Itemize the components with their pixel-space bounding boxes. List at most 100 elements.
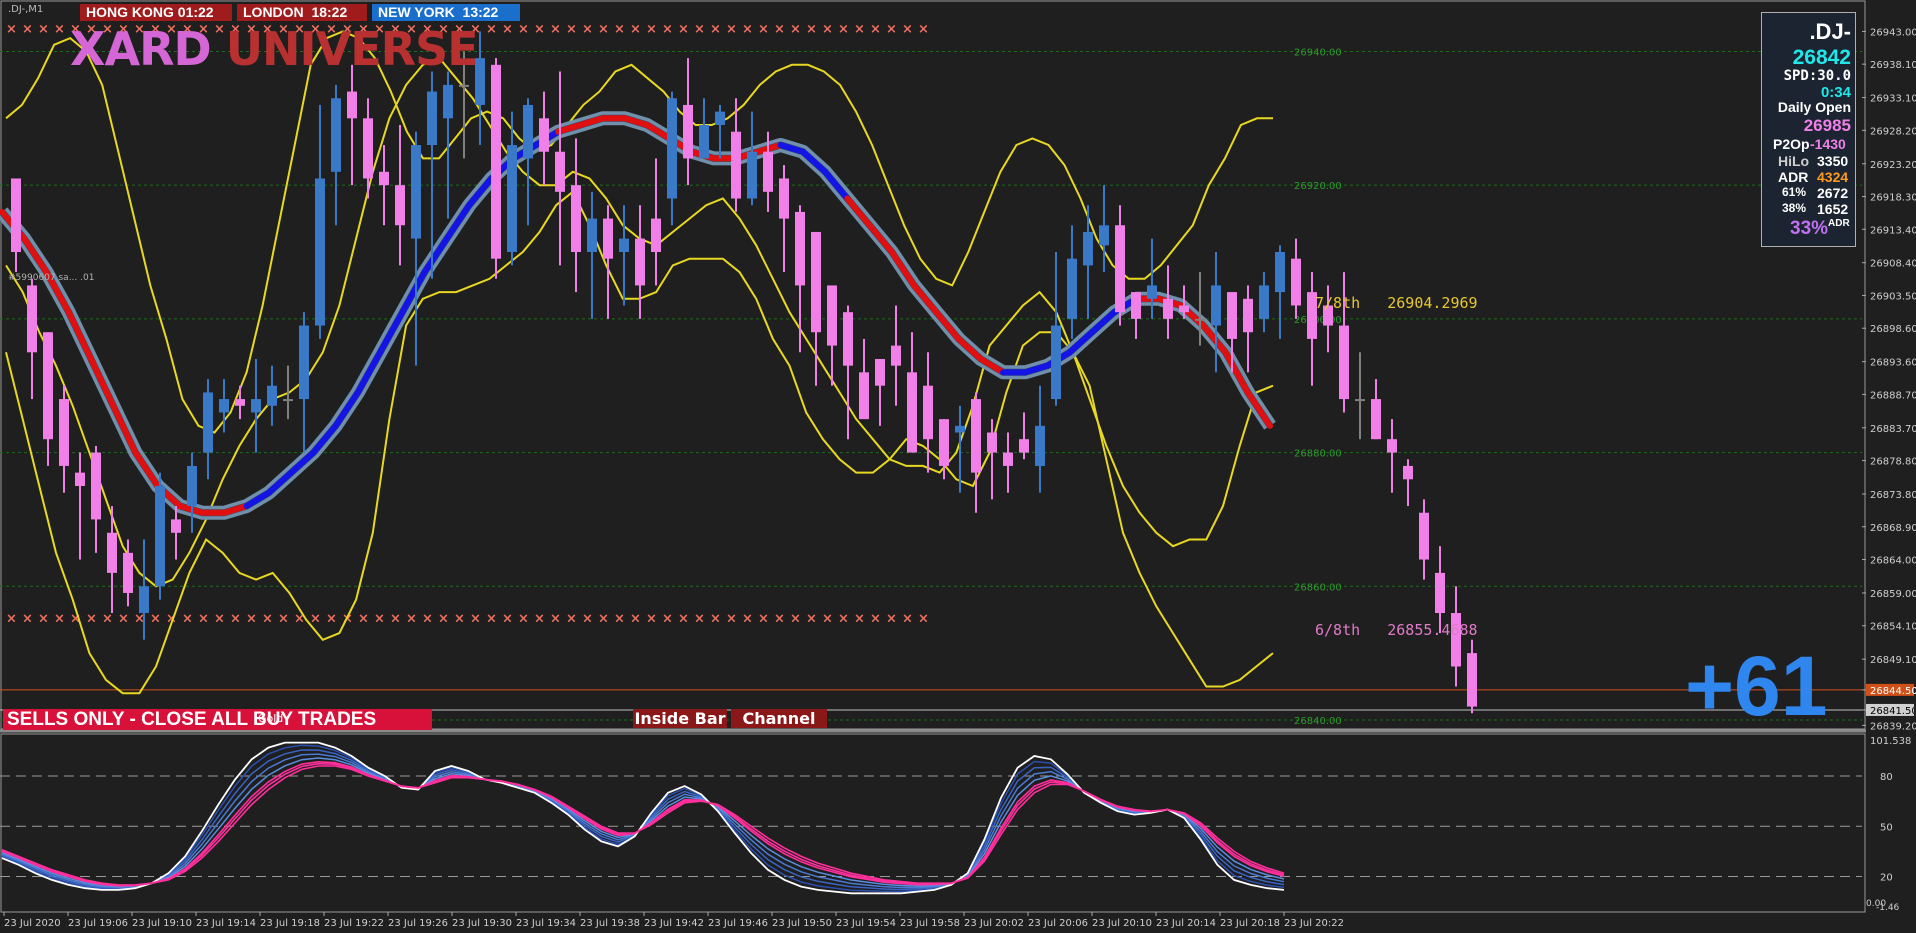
- x-marker: ×: [534, 612, 545, 627]
- x-marker: ×: [214, 612, 225, 627]
- candle-body: [699, 124, 709, 159]
- candle-body: [523, 104, 533, 159]
- candle-body: [11, 178, 21, 253]
- time-tick-label: 23 Jul 19:38: [580, 918, 640, 929]
- info-panel: .DJ- 26842 SPD:30.0 0:34 Daily Open 2698…: [1761, 12, 1856, 247]
- x-marker: ×: [678, 22, 689, 37]
- x-marker: ×: [22, 22, 33, 37]
- candle-body: [1355, 399, 1365, 402]
- x-marker: ×: [582, 22, 593, 37]
- price-tick-label: 26893.60: [1870, 358, 1916, 369]
- bid-price-tag: 26841.50: [1870, 706, 1916, 717]
- info-38: 1652: [1817, 201, 1849, 217]
- level-line-label: 26880.00: [1294, 449, 1342, 460]
- info-hilo: 3350: [1817, 153, 1849, 169]
- session-new-york: NEW YORK 13:22: [372, 4, 520, 21]
- x-marker: ×: [886, 22, 897, 37]
- time-tick-label: 23 Jul 20:06: [1028, 918, 1088, 929]
- info-spread: SPD:30.0: [1783, 68, 1851, 84]
- candle-body: [1179, 305, 1189, 313]
- candle-body: [763, 151, 773, 192]
- candle-body: [1227, 292, 1237, 339]
- x-marker: ×: [902, 612, 913, 627]
- time-tick-label: 23 Jul 20:18: [1220, 918, 1280, 929]
- x-marker: ×: [518, 22, 529, 37]
- chart-canvas: 26940.00 26920.00 26900.00 26880.00 26860.00…: [0, 0, 1916, 929]
- candle-body: [331, 98, 341, 172]
- price-tick-label: 26933.10: [1870, 94, 1916, 105]
- time-tick-label: 23 Jul 19:18: [260, 918, 320, 929]
- candle-body: [843, 312, 853, 366]
- osc-slow-line: [1, 757, 1285, 888]
- logo-word-1: XARD: [70, 22, 212, 76]
- x-marker: ×: [6, 612, 17, 627]
- level-line-label: 26860.00: [1294, 582, 1342, 593]
- candle-body: [1147, 285, 1157, 299]
- candle-body: [235, 399, 245, 406]
- price-tick-label: 26839.20: [1870, 721, 1916, 732]
- level-line-label: 26900.00: [1294, 315, 1342, 326]
- price-tick-label: 26928.20: [1870, 126, 1916, 137]
- x-marker: ×: [438, 612, 449, 627]
- x-marker: ×: [198, 612, 209, 627]
- candle-body: [923, 385, 933, 440]
- candle-body: [459, 84, 469, 87]
- candle-body: [347, 91, 357, 119]
- candle-body: [1051, 325, 1061, 400]
- x-marker: ×: [358, 612, 369, 627]
- candle-body: [43, 332, 53, 440]
- x-marker: ×: [502, 22, 513, 37]
- candle-body: [251, 399, 261, 413]
- candle-body: [667, 98, 677, 199]
- x-marker: ×: [870, 22, 881, 37]
- time-tick-label: 23 Jul 20:22: [1284, 918, 1344, 929]
- last-price-tag: 26844.50: [1870, 686, 1916, 697]
- x-marker: ×: [694, 612, 705, 627]
- candle-body: [283, 399, 293, 402]
- candle-body: [747, 151, 757, 199]
- time-tick-label: 23 Jul 19:22: [324, 918, 384, 929]
- osc-level-label: 80: [1880, 772, 1893, 783]
- candle-body: [635, 238, 645, 286]
- candle-body: [267, 385, 277, 406]
- x-marker: ×: [918, 22, 929, 37]
- x-marker: ×: [278, 612, 289, 627]
- candle-body: [107, 532, 117, 573]
- x-marker: ×: [774, 612, 785, 627]
- candle-body: [1371, 399, 1381, 440]
- candle-body: [315, 178, 325, 326]
- candle-body: [1403, 465, 1413, 480]
- price-tick-label: 26873.80: [1870, 490, 1916, 501]
- x-marker: ×: [646, 612, 657, 627]
- candle-body: [1131, 292, 1141, 319]
- bollinger-bands: [5, 30, 1274, 695]
- x-marker: ×: [38, 612, 49, 627]
- x-marker: ×: [790, 612, 801, 627]
- x-marker: ×: [518, 612, 529, 627]
- inside-bar-tag: Inside Bar: [633, 709, 727, 728]
- candle-body: [827, 285, 837, 346]
- candle-body: [1419, 512, 1429, 560]
- x-marker: ×: [406, 612, 417, 627]
- candle-body: [123, 552, 133, 593]
- x-marker: ×: [550, 22, 561, 37]
- candle-body: [363, 118, 373, 179]
- candle-body: [587, 218, 597, 253]
- time-axis: 23 Jul 2020 23 Jul 19:06 23 Jul 19:10 23 Ju…: [3, 912, 1344, 929]
- symbol-timeframe-label: .DJ-,M1: [8, 4, 44, 15]
- price-tick-label: 26908.40: [1870, 259, 1916, 270]
- candle-body: [75, 472, 85, 486]
- channel-tag: Channel: [731, 709, 827, 728]
- candle-body: [811, 231, 821, 333]
- candle-body: [891, 345, 901, 366]
- price-tick-label: 26854.10: [1870, 622, 1916, 633]
- x-marker: ×: [582, 612, 593, 627]
- candle-body: [939, 419, 949, 466]
- info-adr-percent: 33%: [1790, 218, 1829, 239]
- info-38-label: 38%: [1782, 201, 1807, 215]
- time-tick-label: 23 Jul 19:06: [68, 918, 128, 929]
- x-marker: ×: [710, 22, 721, 37]
- x-marker: ×: [758, 22, 769, 37]
- x-marker: ×: [902, 22, 913, 37]
- price-tick-label: 26864.00: [1870, 556, 1916, 567]
